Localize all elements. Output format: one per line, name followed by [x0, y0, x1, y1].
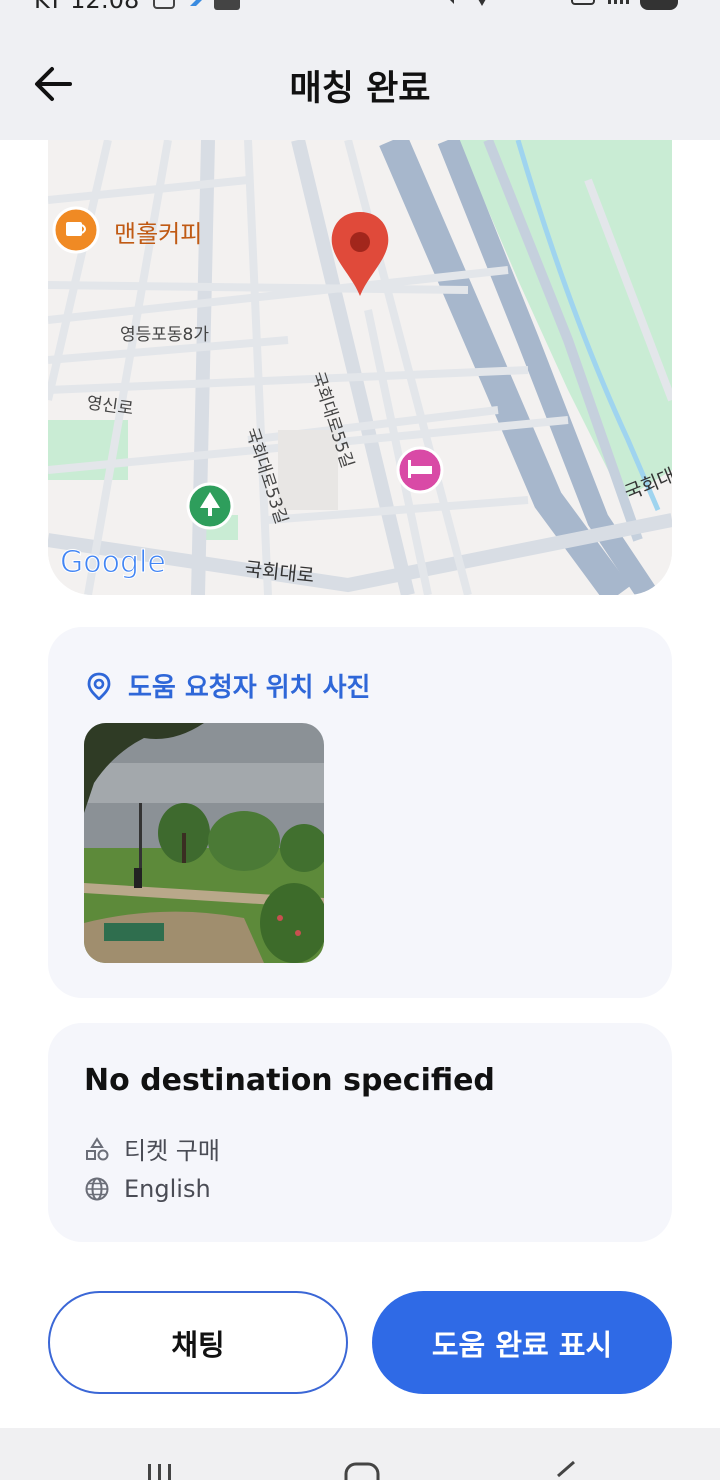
flutter-icon [190, 0, 202, 6]
map-canvas: 맨홀커피 영등포동8가 영신로 국회대로55길 국회대로53길 국회대로 국회대… [48, 140, 672, 595]
google-attribution: Google [60, 545, 166, 580]
chat-icon [571, 0, 595, 5]
place-label-cafe: 맨홀커피 [114, 220, 202, 248]
photo-image [84, 723, 324, 963]
ticket-row: 티켓 구매 [84, 1131, 220, 1166]
requester-photo-card: 도움 요청자 위치 사진 [48, 627, 672, 998]
place-label-yeongdeungpo: 영등포동8가 [120, 325, 209, 345]
cafe-icon[interactable] [52, 206, 100, 254]
map-view[interactable]: 맨홀커피 영등포동8가 영신로 국회대로55길 국회대로53길 국회대로 국회대… [48, 140, 672, 595]
status-bar: KT 12:08 [0, 0, 720, 22]
home-icon[interactable] [342, 1428, 382, 1480]
language-row: English [84, 1175, 211, 1203]
park-icon[interactable] [186, 482, 234, 530]
chat-button[interactable]: 채팅 [48, 1291, 348, 1394]
requester-location-photo[interactable] [84, 723, 324, 963]
location-icon [478, 0, 486, 6]
page-title: 매칭 완료 [289, 69, 431, 109]
signal-icon [608, 0, 629, 4]
photo-card-title: 도움 요청자 위치 사진 [128, 673, 371, 703]
destination-info-card: No destination specified 티켓 구매 English [48, 1023, 672, 1242]
destination-title: No destination specified [84, 1063, 495, 1098]
system-nav-bar [0, 1428, 720, 1480]
ticket-label: 티켓 구매 [124, 1137, 220, 1165]
gallery-icon [153, 0, 175, 9]
back-icon[interactable] [546, 1428, 586, 1480]
status-time: KT 12:08 [34, 0, 140, 14]
mute-icon [450, 0, 454, 4]
shapes-icon [86, 1136, 109, 1160]
globe-icon [85, 1177, 109, 1201]
app-header: 매칭 완료 [0, 22, 720, 140]
recent-apps-icon[interactable] [140, 1428, 180, 1480]
hotel-icon[interactable] [396, 446, 444, 494]
language-label: English [124, 1175, 211, 1203]
battery-icon [640, 0, 678, 10]
news-icon [214, 0, 240, 10]
location-pin-icon [87, 672, 111, 700]
mark-help-complete-button[interactable]: 도움 완료 표시 [372, 1291, 672, 1394]
wifi-icon [534, 0, 562, 22]
photo-card-header: 도움 요청자 위치 사진 [86, 667, 370, 704]
